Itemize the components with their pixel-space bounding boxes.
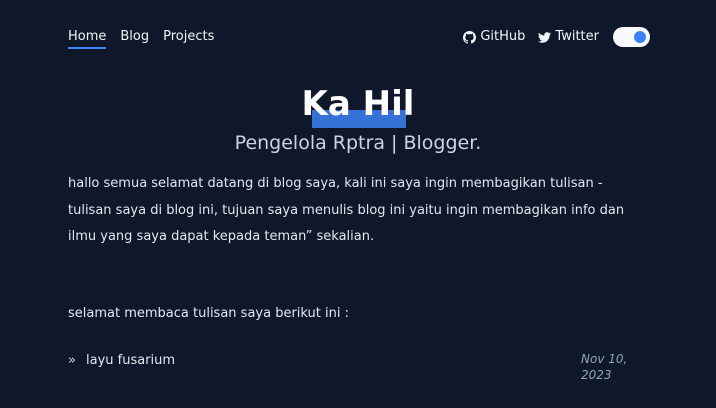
theme-toggle[interactable] bbox=[613, 27, 650, 47]
read-note: selamat membaca tulisan saya berikut ini… bbox=[68, 306, 349, 321]
github-label: GitHub bbox=[480, 29, 526, 44]
hero: Ka Hil bbox=[0, 82, 716, 126]
nav-link-home[interactable]: Home bbox=[68, 27, 107, 49]
github-icon bbox=[463, 30, 477, 44]
page: Home Blog Projects GitHub Twitter Ka Hil… bbox=[0, 0, 716, 408]
github-link[interactable]: GitHub bbox=[463, 27, 525, 47]
post-list-item: » layu fusarium Nov 10, 2023 bbox=[68, 351, 650, 387]
page-subtitle: Pengelola Rptra | Blogger. bbox=[234, 132, 482, 154]
top-nav: Home Blog Projects GitHub Twitter bbox=[68, 27, 650, 51]
twitter-icon bbox=[538, 31, 552, 43]
nav-link-blog[interactable]: Blog bbox=[120, 27, 149, 47]
nav-link-projects[interactable]: Projects bbox=[163, 27, 214, 47]
double-chevron-icon: » bbox=[68, 353, 76, 368]
twitter-link[interactable]: Twitter bbox=[538, 27, 599, 47]
post-date: Nov 10, 2023 bbox=[581, 352, 628, 382]
twitter-label: Twitter bbox=[555, 29, 599, 44]
nav-links: Home Blog Projects bbox=[68, 27, 214, 49]
intro-paragraph: hallo semua selamat datang di blog saya,… bbox=[68, 176, 625, 244]
nav-social: GitHub Twitter bbox=[463, 27, 650, 47]
page-title: Ka Hil bbox=[301, 84, 415, 124]
theme-toggle-knob bbox=[634, 31, 646, 43]
post-title-link[interactable]: layu fusarium bbox=[86, 351, 175, 371]
